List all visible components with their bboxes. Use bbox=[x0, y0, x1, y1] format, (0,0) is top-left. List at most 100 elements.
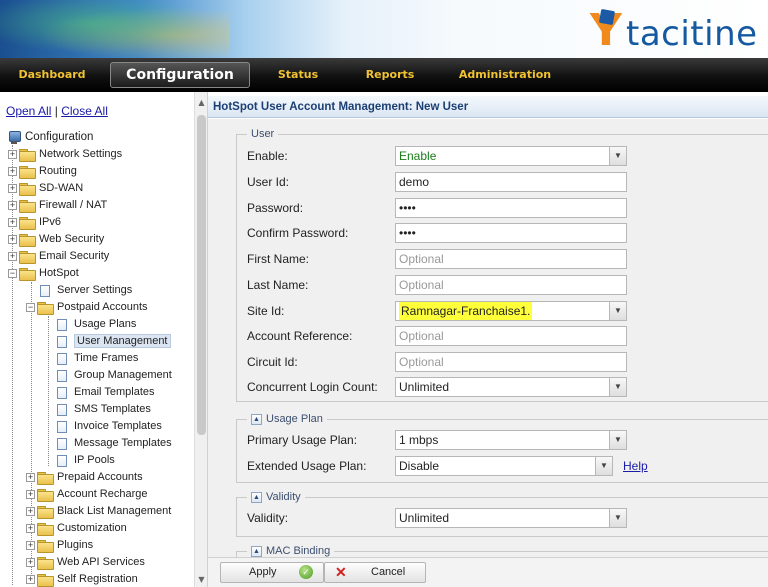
primary-usage-plan-select[interactable]: 1 mbps ▼ bbox=[395, 430, 627, 450]
page-icon bbox=[57, 318, 67, 331]
account-reference-input[interactable] bbox=[395, 326, 627, 346]
tree-item-server-settings[interactable]: Server Settings bbox=[40, 282, 132, 299]
expand-plus-icon[interactable]: + bbox=[8, 167, 17, 176]
page-icon bbox=[40, 284, 50, 297]
apply-button[interactable]: Apply ✓ bbox=[220, 562, 324, 583]
confirm-password-input[interactable] bbox=[395, 223, 627, 243]
chevron-down-icon[interactable]: ▼ bbox=[609, 147, 626, 165]
expand-plus-icon[interactable]: + bbox=[8, 218, 17, 227]
expand-plus-icon[interactable]: + bbox=[26, 507, 35, 516]
tree-item-message-templates[interactable]: Message Templates bbox=[57, 435, 172, 452]
first-name-input[interactable] bbox=[395, 249, 627, 269]
folder-icon bbox=[19, 183, 36, 196]
sidebar-scroll-thumb[interactable] bbox=[197, 115, 206, 435]
password-input[interactable] bbox=[395, 198, 627, 218]
tree-expand-links: Open All | Close All bbox=[6, 104, 108, 118]
expand-plus-icon[interactable]: + bbox=[26, 558, 35, 567]
tree-item-group-management[interactable]: Group Management bbox=[57, 367, 172, 384]
main-nav-bar: Dashboard Configuration Status Reports A… bbox=[0, 58, 768, 92]
nav-reports[interactable]: Reports bbox=[356, 58, 424, 92]
site-id-label: Site Id: bbox=[247, 304, 285, 318]
extended-usage-plan-select[interactable]: Disable ▼ bbox=[395, 456, 613, 476]
folder-open-icon bbox=[37, 302, 54, 315]
tree-item-firewall-nat[interactable]: + Firewall / NAT bbox=[8, 197, 107, 214]
circuit-id-input[interactable] bbox=[395, 352, 627, 372]
folder-icon bbox=[19, 234, 36, 247]
check-circle-icon: ✓ bbox=[299, 565, 313, 579]
form-body: User Enable: Enable▼ User Id: Password: … bbox=[208, 119, 768, 557]
tree-item-account-recharge[interactable]: + Account Recharge bbox=[26, 486, 148, 503]
user-section: User Enable: Enable▼ User Id: Password: … bbox=[236, 127, 768, 402]
site-id-select[interactable]: Ramnagar-Franchaise1. ▼ bbox=[395, 301, 627, 321]
tree-item-email-security[interactable]: + Email Security bbox=[8, 248, 109, 265]
brand-name: tacitine bbox=[626, 14, 758, 54]
scroll-down-arrow-icon[interactable]: ▼ bbox=[197, 575, 206, 585]
tree-item-usage-plans[interactable]: Usage Plans bbox=[57, 316, 136, 333]
expand-plus-icon[interactable]: + bbox=[8, 150, 17, 159]
link-separator: | bbox=[54, 104, 58, 118]
tree-item-plugins[interactable]: + Plugins bbox=[26, 537, 93, 554]
tree-item-web-api-services[interactable]: + Web API Services bbox=[26, 554, 145, 571]
tree-item-user-management[interactable]: User Management bbox=[57, 333, 171, 350]
chevron-down-icon[interactable]: ▼ bbox=[595, 457, 612, 475]
last-name-input[interactable] bbox=[395, 275, 627, 295]
chevron-down-icon[interactable]: ▼ bbox=[609, 509, 626, 527]
concurrent-login-select[interactable]: Unlimited ▼ bbox=[395, 377, 627, 397]
open-all-link[interactable]: Open All bbox=[6, 104, 51, 118]
tree-item-hotspot[interactable]: − HotSpot bbox=[8, 265, 79, 282]
user-id-input[interactable] bbox=[395, 172, 627, 192]
expand-plus-icon[interactable]: + bbox=[8, 184, 17, 193]
chevron-down-icon[interactable]: ▼ bbox=[609, 431, 626, 449]
tree-item-black-list-management[interactable]: + Black List Management bbox=[26, 503, 171, 520]
tree-root-configuration[interactable]: Configuration bbox=[8, 129, 93, 146]
folder-icon bbox=[19, 251, 36, 264]
enable-select[interactable]: Enable ▼ bbox=[395, 146, 627, 166]
chevron-down-icon[interactable]: ▼ bbox=[609, 302, 626, 320]
nav-status[interactable]: Status bbox=[268, 58, 328, 92]
validity-select[interactable]: Unlimited ▼ bbox=[395, 508, 627, 528]
tree-item-ip-pools[interactable]: IP Pools bbox=[57, 452, 115, 469]
expand-plus-icon[interactable]: + bbox=[26, 524, 35, 533]
tree-guide-line bbox=[48, 316, 49, 466]
expand-plus-icon[interactable]: + bbox=[8, 235, 17, 244]
nav-administration[interactable]: Administration bbox=[455, 58, 555, 92]
tree-item-web-security[interactable]: + Web Security bbox=[8, 231, 104, 248]
collapse-minus-icon[interactable]: − bbox=[26, 303, 35, 312]
tree-item-time-frames[interactable]: Time Frames bbox=[57, 350, 138, 367]
sidebar-scrollbar[interactable]: ▲ ▼ bbox=[194, 92, 207, 587]
brand-logo: Y tacitine bbox=[590, 6, 760, 56]
tree-item-invoice-templates[interactable]: Invoice Templates bbox=[57, 418, 162, 435]
folder-icon bbox=[19, 166, 36, 179]
expand-plus-icon[interactable]: + bbox=[8, 252, 17, 261]
expand-plus-icon[interactable]: + bbox=[26, 575, 35, 584]
nav-configuration[interactable]: Configuration bbox=[110, 62, 250, 88]
tree-item-customization[interactable]: + Customization bbox=[26, 520, 127, 537]
expand-plus-icon[interactable]: + bbox=[8, 201, 17, 210]
tree-item-sms-templates[interactable]: SMS Templates bbox=[57, 401, 151, 418]
tree-item-routing[interactable]: + Routing bbox=[8, 163, 77, 180]
tree-item-sd-wan[interactable]: + SD-WAN bbox=[8, 180, 83, 197]
extended-usage-plan-row: Extended Usage Plan: Disable ▼ Help bbox=[247, 456, 768, 476]
cancel-button[interactable]: ✕ Cancel bbox=[324, 562, 426, 583]
tree-item-postpaid-accounts[interactable]: − Postpaid Accounts bbox=[26, 299, 148, 316]
page-icon bbox=[57, 386, 67, 399]
collapse-up-icon[interactable]: ▲ bbox=[251, 545, 262, 557]
expand-plus-icon[interactable]: + bbox=[26, 473, 35, 482]
tree-item-email-templates[interactable]: Email Templates bbox=[57, 384, 155, 401]
expand-plus-icon[interactable]: + bbox=[26, 490, 35, 499]
collapse-minus-icon[interactable]: − bbox=[8, 269, 17, 278]
enable-row: Enable: Enable ▼ bbox=[247, 146, 768, 166]
collapse-up-icon[interactable]: ▲ bbox=[251, 491, 262, 503]
tree-item-prepaid-accounts[interactable]: + Prepaid Accounts bbox=[26, 469, 143, 486]
form-footer: Apply ✓ ✕ Cancel bbox=[208, 557, 768, 587]
collapse-up-icon[interactable]: ▲ bbox=[251, 413, 262, 425]
expand-plus-icon[interactable]: + bbox=[26, 541, 35, 550]
tree-item-ipv6[interactable]: + IPv6 bbox=[8, 214, 61, 231]
scroll-up-arrow-icon[interactable]: ▲ bbox=[197, 98, 206, 108]
close-all-link[interactable]: Close All bbox=[61, 104, 108, 118]
tree-item-self-registration[interactable]: + Self Registration bbox=[26, 571, 138, 587]
usage-plan-help-link[interactable]: Help bbox=[623, 459, 648, 473]
nav-dashboard[interactable]: Dashboard bbox=[0, 58, 104, 92]
chevron-down-icon[interactable]: ▼ bbox=[609, 378, 626, 396]
tree-item-network-settings[interactable]: + Network Settings bbox=[8, 146, 122, 163]
